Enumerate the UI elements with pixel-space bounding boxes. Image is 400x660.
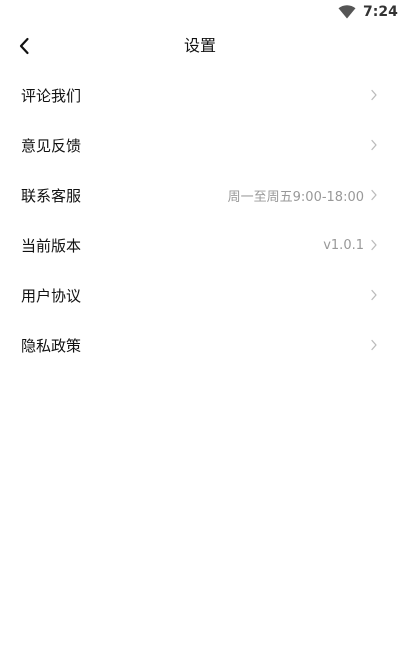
chevron-right-icon: [371, 289, 377, 301]
menu-item-label: 意见反馈: [21, 136, 82, 155]
settings-menu-list: 评论我们 意见反馈 联系客服 周一至周五9:00-18:00 当前版本 v1.0…: [0, 70, 400, 370]
page-title: 设置: [183, 36, 216, 55]
menu-item-label: 联系客服: [21, 186, 82, 205]
status-time: 7:24: [363, 4, 398, 20]
status-bar: 7:24: [0, 0, 400, 24]
service-hours: 周一至周五9:00-18:00: [227, 189, 364, 205]
app-bar: 设置: [0, 24, 400, 68]
chevron-right-icon: [371, 189, 377, 201]
menu-item-label: 隐私政策: [21, 336, 82, 355]
menu-item-label: 当前版本: [21, 236, 82, 255]
back-button[interactable]: [10, 32, 38, 60]
chevron-right-icon: [371, 239, 377, 251]
chevron-right-icon: [371, 139, 377, 151]
menu-item-user-agreement[interactable]: 用户协议: [0, 270, 400, 320]
menu-item-rate-us[interactable]: 评论我们: [0, 70, 400, 120]
chevron-right-icon: [371, 89, 377, 101]
version-number: v1.0.1: [323, 237, 364, 253]
menu-item-feedback[interactable]: 意见反馈: [0, 120, 400, 170]
menu-item-label: 评论我们: [21, 86, 82, 105]
chevron-right-icon: [371, 339, 377, 351]
menu-item-label: 用户协议: [21, 286, 82, 305]
menu-item-privacy-policy[interactable]: 隐私政策: [0, 320, 400, 370]
chevron-left-icon: [19, 37, 29, 55]
menu-item-current-version[interactable]: 当前版本 v1.0.1: [0, 220, 400, 270]
menu-item-customer-service[interactable]: 联系客服 周一至周五9:00-18:00: [0, 170, 400, 220]
wifi-icon: [338, 5, 356, 19]
